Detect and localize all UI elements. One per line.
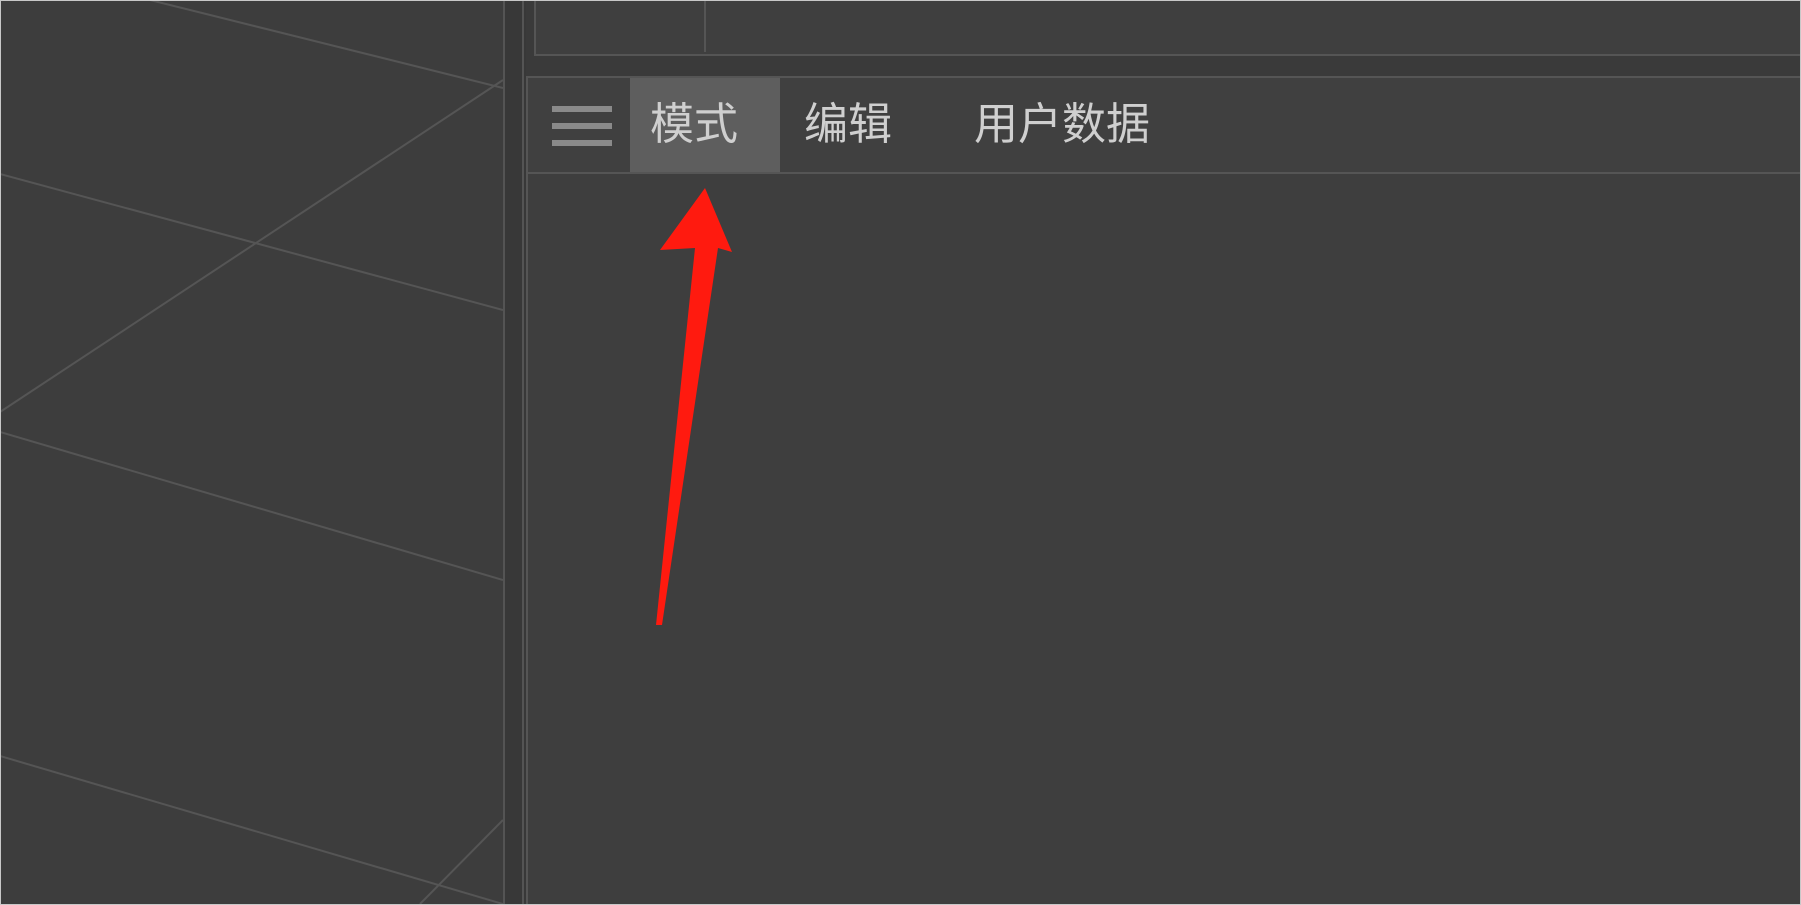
maya-window: 模式 编辑 用户数据 [0,0,1801,905]
red-arrow-annotation [656,188,732,625]
